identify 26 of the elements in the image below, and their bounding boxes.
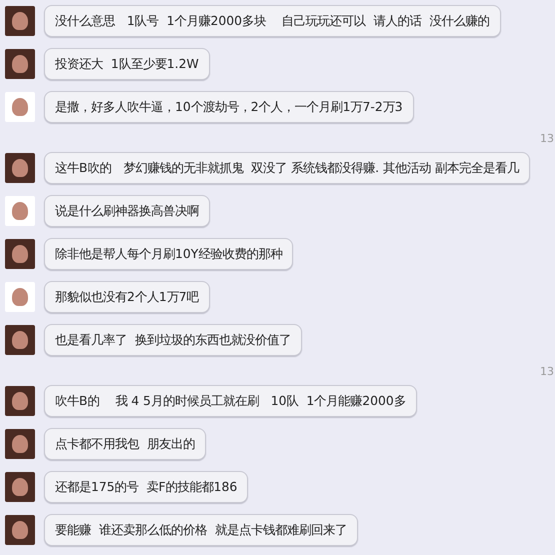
message-bubble: 这牛B吹的 梦幻赚钱的无非就抓鬼 双没了 系统钱都没得赚. 其他活动 副本完全是看几 bbox=[44, 152, 530, 184]
avatar[interactable] bbox=[5, 239, 35, 269]
message-bubble: 那貌似也没有2个人1万7吧 bbox=[44, 281, 210, 313]
avatar[interactable] bbox=[5, 282, 35, 312]
message-bubble: 点卡都不用我包 朋友出的 bbox=[44, 428, 206, 460]
message-bubble: 投资还大 1队至少要1.2W bbox=[44, 48, 210, 80]
message-bubble: 说是什么刷神器换高兽决啊 bbox=[44, 195, 210, 227]
avatar[interactable] bbox=[5, 92, 35, 122]
message-bubble: 还都是175的号 卖F的技能都186 bbox=[44, 471, 248, 503]
avatar[interactable] bbox=[5, 472, 35, 502]
timestamp: 13 bbox=[540, 132, 554, 145]
timestamp: 13 bbox=[540, 365, 554, 378]
message-bubble: 没什么意思 1队号 1个月赚2000多块 自己玩玩还可以 请人的话 没什么赚的 bbox=[44, 5, 501, 37]
avatar[interactable] bbox=[5, 515, 35, 545]
avatar[interactable] bbox=[5, 325, 35, 355]
avatar[interactable] bbox=[5, 49, 35, 79]
message-bubble: 要能赚 谁还卖那么低的价格 就是点卡钱都难刷回来了 bbox=[44, 514, 358, 546]
avatar[interactable] bbox=[5, 6, 35, 36]
avatar[interactable] bbox=[5, 196, 35, 226]
message-bubble: 吹牛B的 我 4 5月的时候员工就在刷 10队 1个月能赚2000多 bbox=[44, 385, 417, 417]
message-bubble: 也是看几率了 换到垃圾的东西也就没价值了 bbox=[44, 324, 302, 356]
avatar[interactable] bbox=[5, 429, 35, 459]
avatar[interactable] bbox=[5, 153, 35, 183]
message-bubble: 除非他是帮人每个月刷10Y经验收费的那种 bbox=[44, 238, 294, 270]
message-bubble: 是撒，好多人吹牛逼，10个渡劫号，2个人，一个月刷1万7-2万3 bbox=[44, 91, 414, 123]
avatar[interactable] bbox=[5, 386, 35, 416]
